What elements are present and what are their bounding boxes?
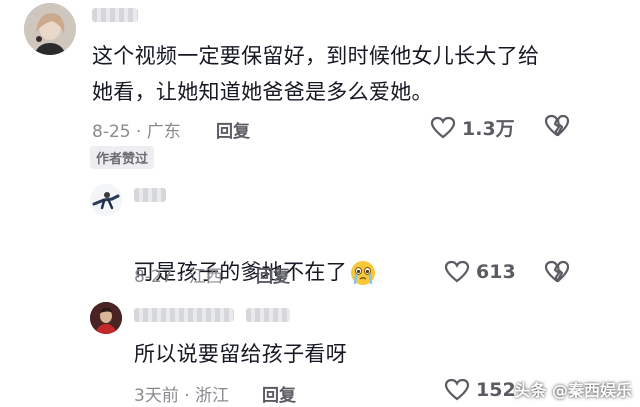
heart-icon [430,116,456,138]
like-button[interactable]: 1.3万 [430,114,515,141]
crying-face-emoji-icon [351,261,375,285]
heart-icon [444,260,470,283]
comment-date-location: 8-25 · 广东 [92,122,181,142]
like-button[interactable]: 613 [444,260,516,284]
dislike-button[interactable] [544,260,570,288]
username-blurred[interactable] [134,188,166,202]
commenter-avatar[interactable] [90,184,122,216]
comment-text: 这个视频一定要保留好，到时候他女儿长大了给 她看，让她知道她爸爸是多么爱她。 [92,44,540,104]
like-count: 1.3万 [462,118,515,140]
comment-date-location: 8-27 · 江西 [134,267,223,287]
user-avatar-woman-icon [24,3,76,55]
reply-button[interactable]: 回复 [262,381,296,406]
username-blurred[interactable] [134,308,234,322]
comment-text: 所以说要留给孩子看呀 [134,342,347,366]
reply-button[interactable]: 回复 [256,262,290,287]
user-avatar-skater-icon [90,184,122,216]
watermark-text: 头条 @秦西娱乐 [514,381,632,400]
username-blurred[interactable] [92,8,138,22]
username-suffix-blurred [246,308,290,322]
reply-button[interactable]: 回复 [216,117,250,142]
watermark: 头条 @秦西娱乐 [514,377,632,401]
commenter-avatar[interactable] [90,302,122,334]
broken-heart-icon [544,114,570,137]
commenter-avatar[interactable] [24,3,76,55]
comment-date-location: 3天前 · 浙江 [134,386,230,406]
like-count: 152 [476,379,516,401]
like-count: 613 [476,261,516,283]
heart-icon [444,378,470,401]
user-avatar-man-icon [90,302,122,334]
dislike-button[interactable] [544,114,570,142]
broken-heart-icon [544,260,570,283]
comment-1: 这个视频一定要保留好，到时候他女儿长大了给 她看，让她知道她爸爸是多么爱她。 8… [0,0,640,170]
comment-2: 可是孩子的爹地不在了 8-27 · 江西 回复 613 [0,180,640,290]
like-button[interactable]: 152 [444,378,516,402]
author-liked-badge: 作者赞过 [90,146,155,169]
